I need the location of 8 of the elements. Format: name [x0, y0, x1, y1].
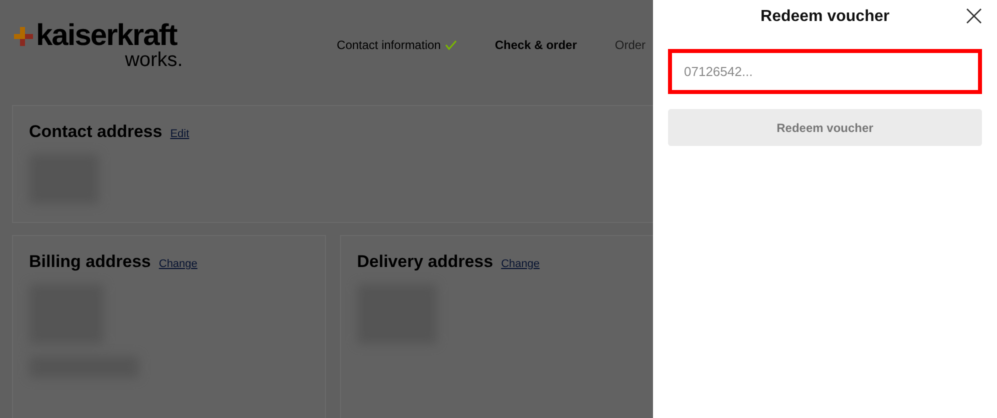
section-title: Billing address: [29, 252, 151, 272]
section-title: Delivery address: [357, 252, 494, 272]
checkout-step: Check & order: [494, 38, 577, 52]
section-title: Contact address: [29, 122, 162, 142]
panel-title: Redeem voucher: [760, 8, 890, 26]
checkout-step: Order: [614, 38, 646, 52]
logo-tagline: works.: [124, 50, 183, 70]
checkout-step: Contact information: [336, 38, 457, 52]
